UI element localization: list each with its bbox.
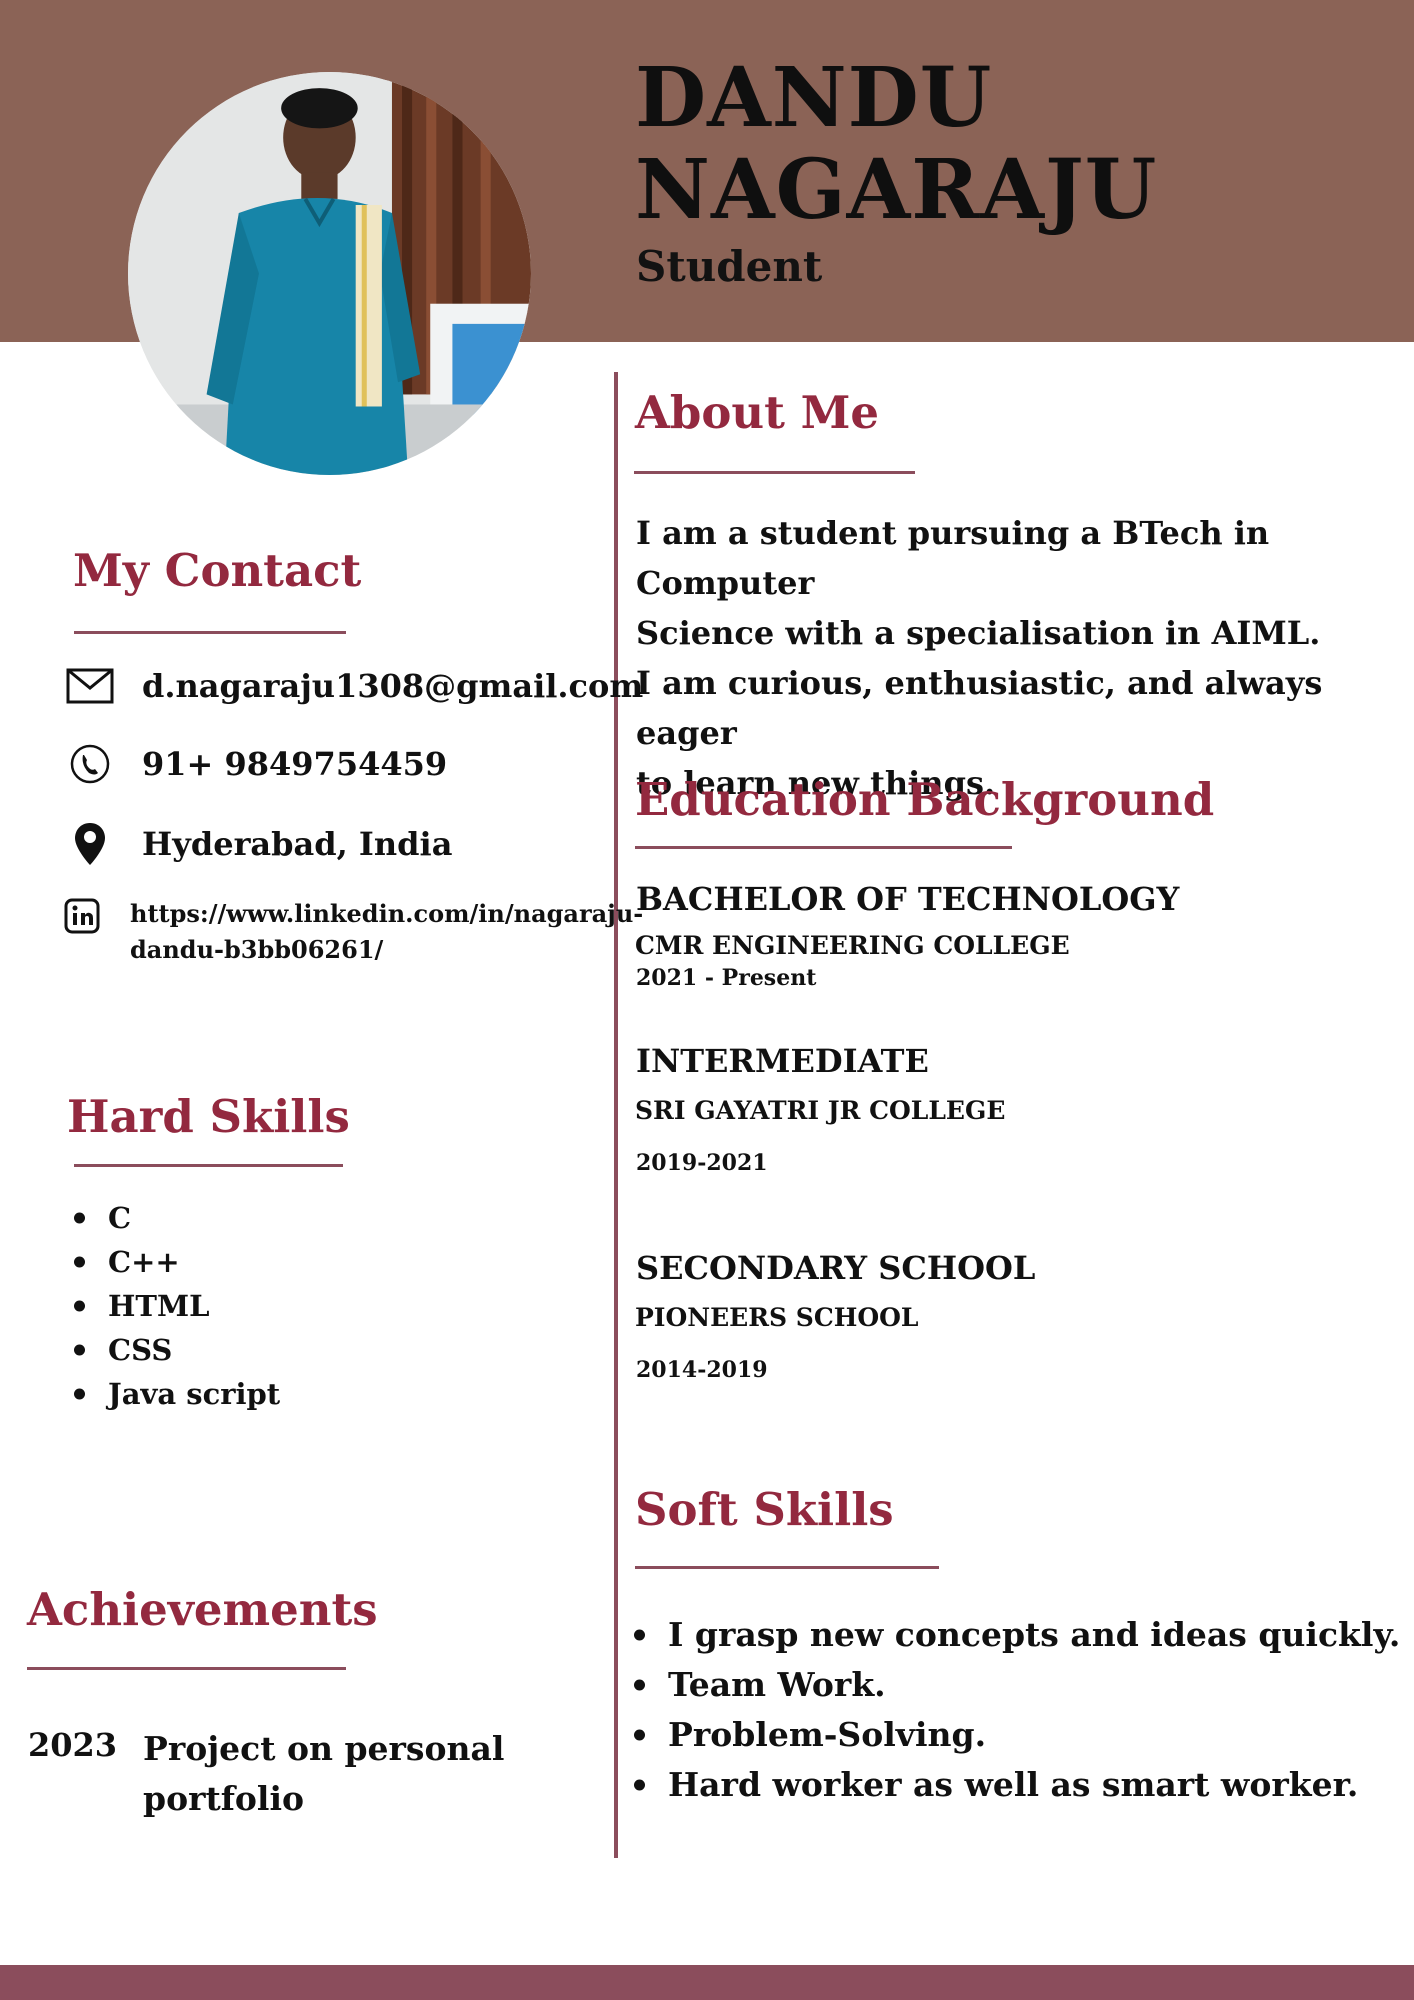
- hard-skill-item: C++: [108, 1240, 280, 1284]
- linkedin-icon: [64, 898, 116, 938]
- linkedin-line-1: https://www.linkedin.com/in/nagaraju-: [130, 899, 644, 928]
- mail-icon: [64, 664, 116, 708]
- soft-skill-item: Problem-Solving.: [668, 1710, 1400, 1760]
- soft-skills-list: I grasp new concepts and ideas quickly. …: [668, 1610, 1400, 1810]
- education-degree: INTERMEDIATE: [636, 1042, 929, 1080]
- name-line-1: DANDU: [635, 50, 993, 146]
- hard-skill-item: Java script: [108, 1372, 280, 1416]
- education-years: 2019-2021: [636, 1150, 768, 1176]
- about-line: Science with a specialisation in AIML.: [636, 614, 1321, 652]
- soft-skill-item: Hard worker as well as smart worker.: [668, 1760, 1400, 1810]
- contact-email-row: d.nagaraju1308@gmail.com: [64, 664, 643, 708]
- education-school: SRI GAYATRI JR COLLEGE: [635, 1096, 1006, 1125]
- about-line: I am curious, enthusiastic, and always e…: [636, 664, 1323, 752]
- hard-skills-rule: [74, 1164, 343, 1167]
- contact-phone-row: 91+ 9849754459: [64, 742, 447, 786]
- phone-text[interactable]: 91+ 9849754459: [142, 745, 447, 783]
- education-school: PIONEERS SCHOOL: [635, 1303, 919, 1332]
- about-line: I am a student pursuing a BTech in Compu…: [636, 514, 1270, 602]
- full-name: DANDU NAGARAJU: [635, 52, 1157, 236]
- education-degree: SECONDARY SCHOOL: [636, 1249, 1036, 1287]
- email-text[interactable]: d.nagaraju1308@gmail.com: [142, 667, 643, 705]
- footer-band: [0, 1965, 1414, 2000]
- achievement-description: Project on personal portfolio: [143, 1724, 504, 1824]
- education-years: 2014-2019: [636, 1357, 768, 1383]
- contact-heading: My Contact: [73, 544, 362, 597]
- education-heading: Education Background: [635, 773, 1215, 826]
- contact-location-row: Hyderabad, India: [64, 822, 452, 866]
- hard-skill-item: CSS: [108, 1328, 280, 1372]
- hard-skill-item: HTML: [108, 1284, 280, 1328]
- contact-rule: [74, 631, 346, 634]
- achievements-heading: Achievements: [27, 1583, 378, 1636]
- hard-skill-item: C: [108, 1196, 280, 1240]
- about-text: I am a student pursuing a BTech in Compu…: [636, 508, 1414, 808]
- phone-icon: [64, 742, 116, 786]
- achievement-year: 2023: [28, 1726, 118, 1764]
- education-degree: BACHELOR OF TECHNOLOGY: [636, 880, 1180, 918]
- soft-skill-item: I grasp new concepts and ideas quickly.: [668, 1610, 1400, 1660]
- achievement-line-1: Project on personal: [143, 1729, 505, 1768]
- about-rule: [634, 471, 915, 474]
- achievements-rule: [27, 1667, 346, 1670]
- education-years: 2021 - Present: [636, 965, 817, 991]
- linkedin-link[interactable]: https://www.linkedin.com/in/nagaraju- da…: [130, 896, 643, 968]
- name-line-2: NAGARAJU: [635, 142, 1158, 238]
- education-rule: [635, 846, 1012, 849]
- location-pin-icon: [64, 822, 116, 866]
- education-school: CMR ENGINEERING COLLEGE: [635, 931, 1070, 960]
- column-divider: [614, 372, 618, 1858]
- about-heading: About Me: [635, 386, 880, 439]
- achievement-line-2: portfolio: [143, 1779, 305, 1818]
- linkedin-line-2: dandu-b3bb06261/: [130, 935, 384, 964]
- hard-skills-list: C C++ HTML CSS Java script: [108, 1196, 280, 1416]
- soft-skills-heading: Soft Skills: [635, 1483, 894, 1536]
- soft-skills-rule: [635, 1566, 939, 1569]
- location-text: Hyderabad, India: [142, 825, 453, 863]
- hard-skills-heading: Hard Skills: [67, 1090, 350, 1143]
- profile-photo: [128, 72, 531, 475]
- job-title: Student: [636, 242, 823, 291]
- soft-skill-item: Team Work.: [668, 1660, 1400, 1710]
